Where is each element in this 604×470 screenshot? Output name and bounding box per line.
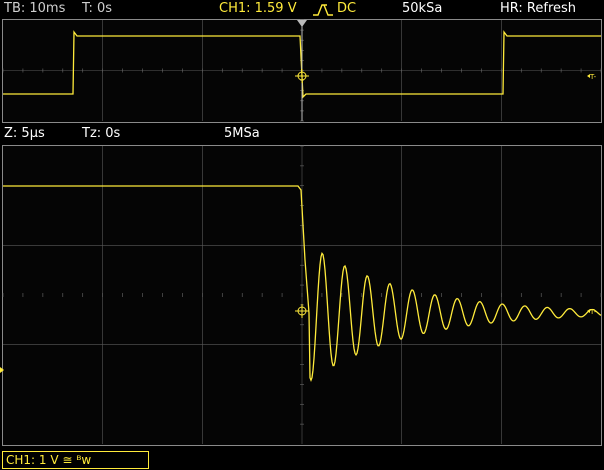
channel-setting-box[interactable]: CH1: 1 V ≅ ᴮw xyxy=(2,451,149,469)
zoom-grid xyxy=(2,145,602,444)
waveform-canvas: T- T- xyxy=(0,19,602,444)
overview-trigger-arrow-icon xyxy=(587,74,590,78)
zoom-trigger-level-label: T- xyxy=(589,308,597,316)
overview-trigger-level-label: T- xyxy=(589,73,597,81)
channel-offset-marker-icon[interactable] xyxy=(0,367,4,373)
overview-trigger-crosshair-icon xyxy=(295,69,309,83)
channel-setting-label: CH1: 1 V ≅ ᴮw xyxy=(6,453,92,467)
trigger-position-marker[interactable] xyxy=(297,20,307,27)
zoom-trigger-crosshair-icon xyxy=(295,304,309,318)
